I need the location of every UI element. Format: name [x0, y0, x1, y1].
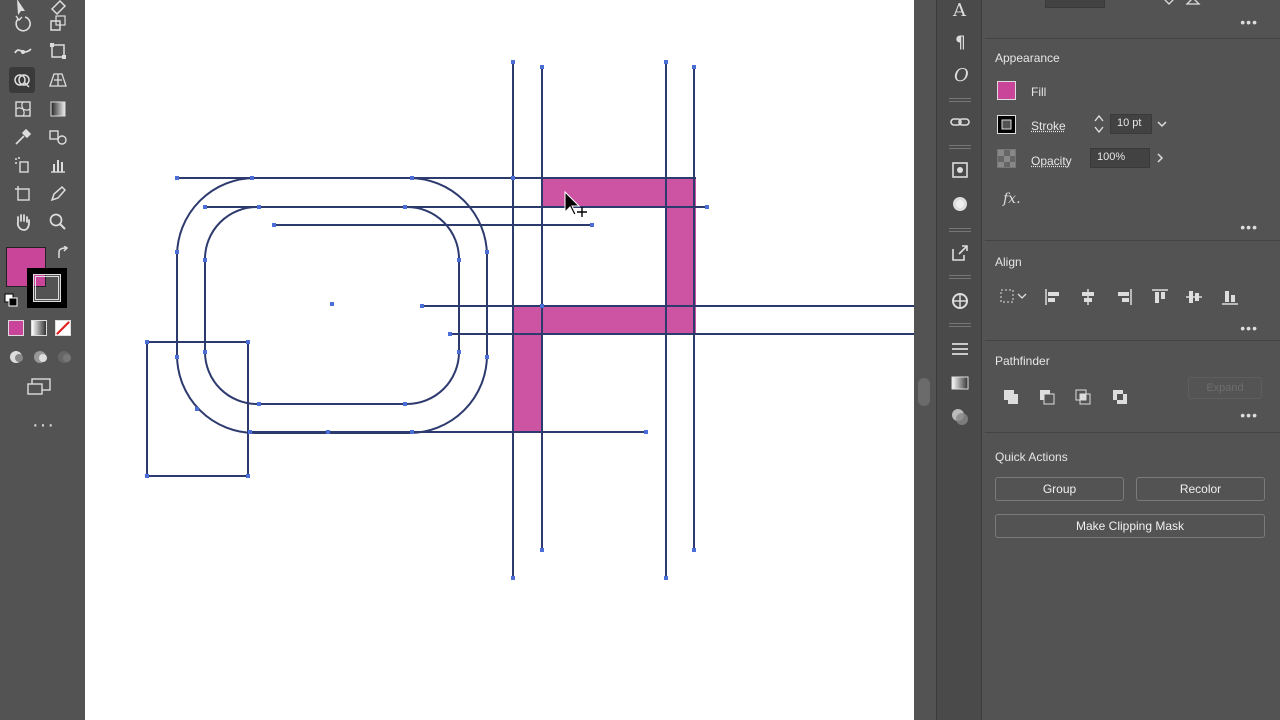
align-more-options-icon[interactable]: •••	[1240, 320, 1258, 336]
draw-inside-icon[interactable]	[56, 349, 74, 365]
draw-behind-icon[interactable]	[32, 349, 50, 365]
section-divider	[985, 432, 1280, 433]
make-clipping-mask-button[interactable]: Make Clipping Mask	[995, 514, 1265, 538]
pathfinder-exclude-icon[interactable]	[1110, 387, 1130, 407]
svg-text:A: A	[952, 0, 967, 19]
shape-builder-tool-icon[interactable]	[9, 67, 35, 93]
pathfinder-unite-icon[interactable]	[1001, 387, 1021, 407]
eyedropper-tool-icon[interactable]	[10, 124, 36, 150]
fx-effects-icon[interactable]: fx.	[1003, 191, 1021, 207]
edit-toolbar-more-icon[interactable]: ···	[32, 415, 55, 435]
export-panel-icon[interactable]	[949, 242, 971, 264]
artboard-canvas[interactable]	[85, 0, 914, 720]
stroke-swatch-icon[interactable]	[997, 115, 1016, 134]
stroke-stepper-icon[interactable]	[1093, 113, 1105, 135]
tools-panel: ···	[0, 0, 84, 720]
gradient-mode-icon[interactable]	[31, 320, 47, 336]
recolor-button[interactable]: Recolor	[1136, 477, 1265, 501]
artwork[interactable]	[85, 0, 914, 720]
fill-label: Fill	[1031, 85, 1047, 99]
align-top-icon[interactable]	[1150, 287, 1170, 307]
quick-actions-title: Quick Actions	[995, 450, 1068, 464]
section-divider	[985, 240, 1280, 241]
perspective-grid-tool-icon[interactable]	[45, 67, 71, 93]
color-mode-icon[interactable]	[8, 320, 24, 336]
opacity-input[interactable]: 100%	[1090, 148, 1150, 168]
pen-tool-icon[interactable]	[45, 181, 71, 207]
free-transform-tool-icon[interactable]	[45, 38, 71, 64]
pathfinder-title: Pathfinder	[995, 354, 1050, 368]
layers-panel-icon[interactable]	[949, 338, 971, 360]
canvas-scrollbar-thumb[interactable]	[918, 378, 930, 406]
appearance-title: Appearance	[995, 51, 1060, 65]
character-panel-icon[interactable]: A	[949, 0, 971, 20]
stroke-color-swatch[interactable]	[27, 268, 67, 308]
panel-group-grip[interactable]	[949, 98, 971, 102]
align-right-icon[interactable]	[1114, 287, 1134, 307]
top-partial-field[interactable]	[1045, 0, 1105, 8]
asset-export-panel-icon[interactable]	[949, 159, 971, 181]
rotate-tool-icon[interactable]	[10, 10, 36, 36]
panel-group-grip[interactable]	[949, 323, 971, 327]
pathfinder-minus-front-icon[interactable]	[1037, 387, 1057, 407]
transparency-panel-icon[interactable]	[949, 406, 971, 428]
section-divider	[985, 340, 1280, 341]
section-divider	[985, 38, 1280, 39]
draw-normal-icon[interactable]	[8, 349, 26, 365]
column-graph-tool-icon[interactable]	[45, 152, 71, 178]
stroke-dropdown-chevron-down-icon[interactable]	[1152, 114, 1172, 134]
swap-fill-stroke-icon[interactable]	[56, 246, 72, 260]
width-tool-icon[interactable]	[10, 38, 36, 64]
align-to-selection-icon[interactable]	[999, 286, 1029, 306]
gradient-tool-icon[interactable]	[45, 96, 71, 122]
panel-icon-strip: A ¶ O	[914, 0, 984, 720]
brushes-panel-icon[interactable]	[949, 193, 971, 215]
opacity-chevron-right-icon[interactable]	[1150, 148, 1170, 168]
blend-tool-icon[interactable]	[45, 124, 71, 150]
scale-tool-icon[interactable]	[45, 10, 71, 36]
gradient-panel-icon[interactable]	[949, 372, 971, 394]
opentype-panel-icon[interactable]: O	[949, 63, 971, 85]
svg-text:¶: ¶	[955, 33, 966, 51]
expand-button[interactable]: Expand	[1188, 377, 1262, 399]
fill-swatch[interactable]	[997, 81, 1016, 100]
align-title: Align	[995, 255, 1022, 269]
pathfinder-intersect-icon[interactable]	[1073, 387, 1093, 407]
panel-group-grip[interactable]	[949, 228, 971, 232]
panel-group-grip[interactable]	[949, 275, 971, 279]
hand-tool-icon[interactable]	[10, 209, 36, 235]
artboard-tool-icon[interactable]	[10, 181, 36, 207]
zoom-tool-icon[interactable]	[45, 209, 71, 235]
libraries-panel-icon[interactable]	[949, 290, 971, 312]
stroke-weight-input[interactable]: 10 pt	[1110, 114, 1152, 134]
properties-panel: ••• Appearance Fill Stroke 10 pt Opacity…	[985, 0, 1280, 720]
panel-group-grip[interactable]	[949, 145, 971, 149]
paragraph-panel-icon[interactable]: ¶	[949, 30, 971, 52]
align-bottom-icon[interactable]	[1220, 287, 1240, 307]
align-horizontal-center-icon[interactable]	[1078, 287, 1098, 307]
none-mode-icon[interactable]	[55, 320, 71, 336]
align-vertical-center-icon[interactable]	[1184, 287, 1204, 307]
appearance-more-options-icon[interactable]: •••	[1240, 219, 1258, 235]
default-colors-icon[interactable]	[4, 293, 18, 307]
mesh-tool-icon[interactable]	[10, 96, 36, 122]
opacity-label[interactable]: Opacity	[1031, 154, 1072, 168]
group-button[interactable]: Group	[995, 477, 1124, 501]
flip-controls-icon[interactable]	[1161, 0, 1201, 8]
transform-more-options-icon[interactable]: •••	[1240, 14, 1258, 30]
opacity-checker-icon[interactable]	[997, 149, 1016, 168]
links-panel-icon[interactable]	[949, 111, 971, 133]
align-left-icon[interactable]	[1043, 287, 1063, 307]
svg-text:O: O	[954, 65, 969, 84]
symbol-sprayer-tool-icon[interactable]	[10, 152, 36, 178]
pathfinder-more-options-icon[interactable]: •••	[1240, 407, 1258, 423]
screen-mode-icon[interactable]	[26, 377, 54, 397]
stroke-label[interactable]: Stroke	[1031, 119, 1066, 133]
